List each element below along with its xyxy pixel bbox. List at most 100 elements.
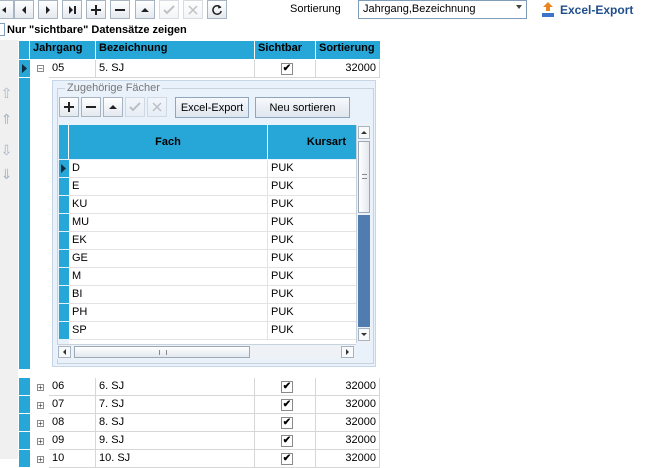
cell-sortierung[interactable]: 32000 (316, 414, 380, 432)
next-record-button[interactable] (38, 0, 58, 19)
cell-fach[interactable]: E (69, 178, 268, 196)
cell-bezeichnung[interactable]: 5. SJ (96, 60, 255, 78)
cell-kursart[interactable]: PUK (268, 322, 356, 340)
cell-fach[interactable]: D (69, 160, 268, 178)
last-record-button[interactable] (62, 0, 82, 19)
sub-row-selector[interactable] (59, 304, 69, 321)
detail-cancel-button[interactable] (147, 97, 167, 117)
column-header-bezeichnung[interactable]: Bezeichnung (96, 41, 255, 59)
column-header-sichtbar[interactable]: Sichtbar (255, 41, 316, 59)
row-selector[interactable] (19, 60, 30, 77)
column-header-jahrgang[interactable]: Jahrgang (30, 41, 96, 59)
sub-row-selector[interactable] (59, 214, 69, 231)
remove-record-button[interactable] (110, 0, 130, 19)
refresh-button[interactable] (207, 0, 227, 19)
sub-row-selector[interactable] (59, 160, 69, 177)
cell-bezeichnung[interactable]: 9. SJ (96, 432, 255, 450)
sub-row-selector[interactable] (59, 232, 69, 249)
column-header-kursart[interactable]: Kursart (268, 125, 356, 159)
row-selector[interactable] (19, 414, 30, 431)
column-header-sortierung[interactable]: Sortierung (316, 41, 380, 59)
sichtbar-checkbox[interactable]: ✔ (281, 63, 293, 75)
cell-jahrgang[interactable]: 10 (49, 450, 96, 468)
cell-bezeichnung[interactable]: 7. SJ (96, 396, 255, 414)
excel-export-button[interactable]: Excel-Export (541, 0, 633, 19)
vertical-scrollbar[interactable] (356, 125, 371, 343)
scroll-right-arrow[interactable] (341, 346, 354, 358)
collapse-row-toggle[interactable]: − (37, 65, 44, 73)
detail-add-button[interactable] (59, 97, 79, 117)
cell-kursart[interactable]: PUK (268, 232, 356, 250)
cell-kursart[interactable]: PUK (268, 160, 356, 178)
cell-sortierung[interactable]: 32000 (316, 450, 380, 468)
row-selector[interactable] (19, 432, 30, 449)
cell-fach[interactable]: MU (69, 214, 268, 232)
cell-kursart[interactable]: PUK (268, 196, 356, 214)
first-record-button[interactable] (0, 0, 14, 19)
expand-row-toggle[interactable]: + (37, 384, 44, 392)
move-bottom-icon[interactable]: ⇓ (0, 167, 13, 184)
horizontal-scrollbar[interactable] (57, 344, 356, 359)
add-record-button[interactable] (86, 0, 106, 19)
cell-kursart[interactable]: PUK (268, 304, 356, 322)
sub-row-selector[interactable] (59, 268, 69, 285)
cell-sortierung[interactable]: 32000 (316, 60, 380, 78)
cell-fach[interactable]: EK (69, 232, 268, 250)
sichtbar-checkbox[interactable]: ✔ (281, 453, 293, 465)
expand-row-toggle[interactable]: + (37, 420, 44, 428)
prev-record-button[interactable] (14, 0, 34, 19)
cell-jahrgang[interactable]: 08 (49, 414, 96, 432)
cell-bezeichnung[interactable]: 6. SJ (96, 378, 255, 396)
sub-row-selector[interactable] (59, 286, 69, 303)
cell-bezeichnung[interactable]: 8. SJ (96, 414, 255, 432)
sichtbar-checkbox[interactable]: ✔ (281, 399, 293, 411)
cell-fach[interactable]: KU (69, 196, 268, 214)
expand-row-toggle[interactable]: + (37, 438, 44, 446)
sub-row-selector[interactable] (59, 322, 69, 339)
detail-excel-export-button[interactable]: Excel-Export (175, 97, 249, 118)
cell-fach[interactable]: BI (69, 286, 268, 304)
expand-row-toggle[interactable]: + (37, 402, 44, 410)
cell-jahrgang[interactable]: 09 (49, 432, 96, 450)
cell-fach[interactable]: PH (69, 304, 268, 322)
detail-save-button[interactable] (125, 97, 145, 117)
scroll-track[interactable] (358, 215, 370, 327)
cell-kursart[interactable]: PUK (268, 214, 356, 232)
cell-jahrgang[interactable]: 06 (49, 378, 96, 396)
cell-fach[interactable]: GE (69, 250, 268, 268)
cell-kursart[interactable]: PUK (268, 250, 356, 268)
sichtbar-checkbox[interactable]: ✔ (281, 417, 293, 429)
sub-row-selector[interactable] (59, 178, 69, 195)
sub-row-selector[interactable] (59, 196, 69, 213)
scroll-thumb[interactable] (358, 141, 370, 213)
detail-remove-button[interactable] (81, 97, 101, 117)
visible-only-checkbox[interactable]: Nur "sichtbare" Datensätze zeigen (0, 23, 187, 36)
scroll-left-arrow[interactable] (58, 346, 71, 358)
cell-jahrgang[interactable]: 05 (49, 60, 96, 78)
expand-row-toggle[interactable]: + (37, 456, 44, 464)
cell-sortierung[interactable]: 32000 (316, 396, 380, 414)
save-button[interactable] (159, 0, 179, 19)
cell-fach[interactable]: SP (69, 322, 268, 340)
cell-sortierung[interactable]: 32000 (316, 432, 380, 450)
cell-kursart[interactable]: PUK (268, 268, 356, 286)
move-up-icon[interactable]: ⇑ (0, 112, 13, 129)
detail-move-up-button[interactable] (103, 97, 123, 117)
move-down-icon[interactable]: ⇩ (0, 143, 13, 160)
cell-sortierung[interactable]: 32000 (316, 378, 380, 396)
cell-fach[interactable]: M (69, 268, 268, 286)
hscroll-thumb[interactable] (74, 346, 250, 358)
row-selector[interactable] (19, 378, 30, 395)
sichtbar-checkbox[interactable]: ✔ (281, 435, 293, 447)
row-selector[interactable] (19, 396, 30, 413)
cell-kursart[interactable]: PUK (268, 178, 356, 196)
cancel-button[interactable] (183, 0, 203, 19)
sub-row-selector[interactable] (59, 250, 69, 267)
move-up-button[interactable] (135, 0, 155, 19)
cell-bezeichnung[interactable]: 10. SJ (96, 450, 255, 468)
cell-jahrgang[interactable]: 07 (49, 396, 96, 414)
cell-kursart[interactable]: PUK (268, 286, 356, 304)
move-top-icon[interactable]: ⇧ (0, 86, 13, 103)
sort-select[interactable]: Jahrgang,Bezeichnung (358, 0, 527, 19)
scroll-down-arrow[interactable] (358, 328, 370, 341)
